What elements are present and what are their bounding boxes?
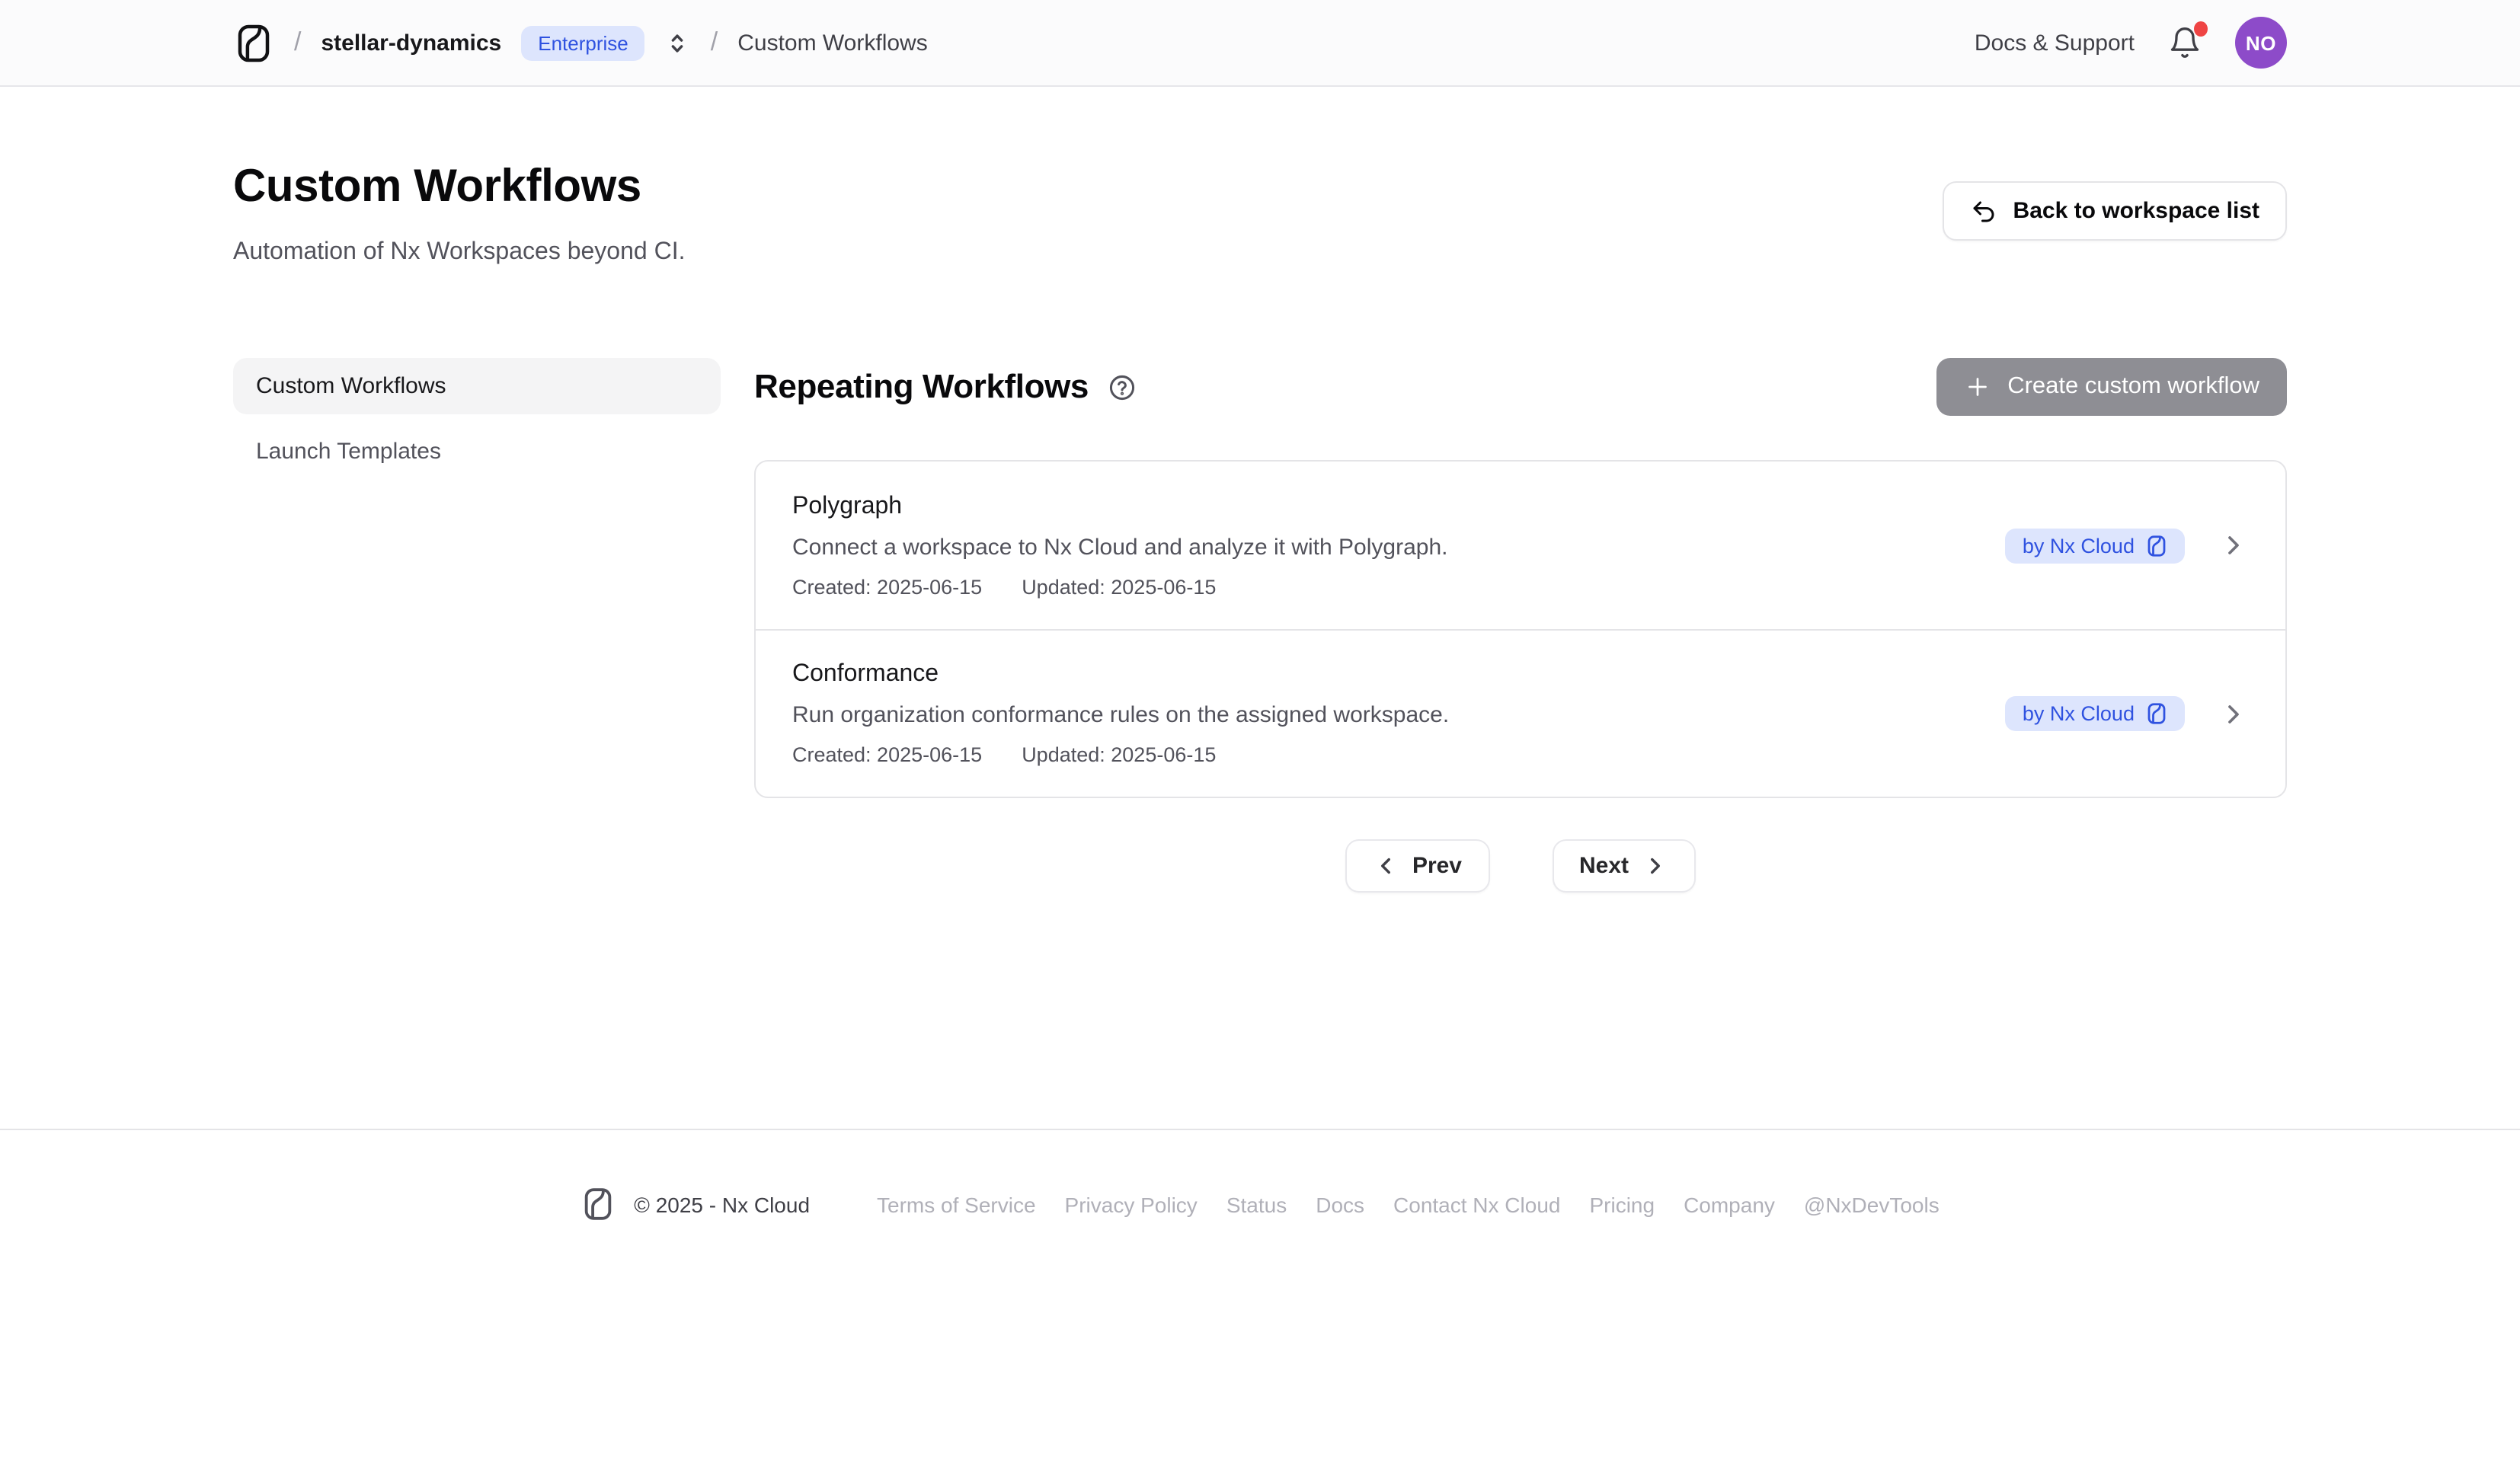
footer-link-pricing[interactable]: Pricing [1589,1192,1655,1216]
workflow-updated-date: Updated: 2025-06-15 [1022,743,1216,766]
by-nx-cloud-badge[interactable]: by Nx Cloud [2006,696,2185,731]
create-custom-workflow-button[interactable]: Create custom workflow [1936,358,2287,416]
footer-link-privacy[interactable]: Privacy Policy [1065,1192,1198,1216]
chevron-right-icon[interactable] [2218,698,2249,729]
notifications-button[interactable] [2168,26,2202,59]
page-footer: © 2025 - Nx Cloud Terms of Service Priva… [0,1129,2520,1222]
by-nx-cloud-badge[interactable]: by Nx Cloud [2006,528,2185,563]
repeating-workflows-section: Repeating Workflows [754,358,2287,893]
plan-badge: Enterprise [521,25,645,60]
nx-cloud-logo-icon [2145,534,2168,557]
undo-arrow-icon [1971,197,1998,225]
footer-link-docs[interactable]: Docs [1316,1192,1364,1216]
chevron-right-icon[interactable] [2218,530,2249,561]
workflow-row-polygraph[interactable]: Polygraph Connect a workspace to Nx Clou… [756,462,2285,629]
nx-cloud-logo-icon [2145,702,2168,725]
notification-dot [2194,21,2208,37]
page-title: Custom Workflows [233,161,685,213]
breadcrumb-workspace-name[interactable]: stellar-dynamics [321,30,501,56]
nx-cloud-logo-icon[interactable] [233,22,274,63]
breadcrumb-current-page: Custom Workflows [737,30,928,56]
page-subtitle: Automation of Nx Workspaces beyond CI. [233,239,685,267]
nx-cloud-logo-icon [580,1187,616,1222]
footer-link-contact[interactable]: Contact Nx Cloud [1393,1192,1560,1216]
app-root: / stellar-dynamics Enterprise / Custom W… [0,0,2520,1479]
workflow-name: Polygraph [792,493,1447,520]
footer-link-status[interactable]: Status [1226,1192,1287,1216]
footer-link-company[interactable]: Company [1684,1192,1775,1216]
workflow-name: Conformance [792,661,1449,688]
help-icon[interactable] [1107,372,1136,401]
workflows-card: Polygraph Connect a workspace to Nx Clou… [754,460,2287,798]
workflows-sidebar: Custom Workflows Launch Templates [233,358,721,893]
workflow-created-date: Created: 2025-06-15 [792,743,982,766]
pagination: Prev Next [754,839,2287,893]
chevron-left-icon [1373,853,1399,879]
plus-icon [1963,373,1991,401]
next-page-button[interactable]: Next [1552,839,1696,893]
top-navbar: / stellar-dynamics Enterprise / Custom W… [0,0,2520,87]
footer-link-twitter[interactable]: @NxDevTools [1804,1192,1940,1216]
breadcrumb: / stellar-dynamics Enterprise / Custom W… [233,22,928,63]
breadcrumb-separator: / [294,27,301,58]
workflow-row-conformance[interactable]: Conformance Run organization conformance… [756,629,2285,797]
section-title: Repeating Workflows [754,367,1089,407]
footer-link-terms[interactable]: Terms of Service [877,1192,1036,1216]
footer-links: Terms of Service Privacy Policy Status D… [877,1192,1940,1216]
workflow-description: Connect a workspace to Nx Cloud and anal… [792,534,1447,560]
workflow-created-date: Created: 2025-06-15 [792,575,982,598]
user-avatar[interactable]: NO [2235,17,2287,69]
copyright-text: © 2025 - Nx Cloud [634,1192,810,1216]
prev-page-button[interactable]: Prev [1345,839,1489,893]
sidebar-item-launch-templates[interactable]: Launch Templates [233,423,721,480]
back-to-workspace-list-button[interactable]: Back to workspace list [1943,181,2287,241]
breadcrumb-separator: / [711,27,718,58]
docs-support-link[interactable]: Docs & Support [1975,30,2135,56]
workflow-description: Run organization conformance rules on th… [792,702,1449,728]
workspace-switcher[interactable] [665,30,691,56]
page-header: Custom Workflows Automation of Nx Worksp… [233,161,2287,267]
chevron-right-icon [1642,853,1668,879]
sidebar-item-custom-workflows[interactable]: Custom Workflows [233,358,721,414]
workflow-updated-date: Updated: 2025-06-15 [1022,575,1216,598]
